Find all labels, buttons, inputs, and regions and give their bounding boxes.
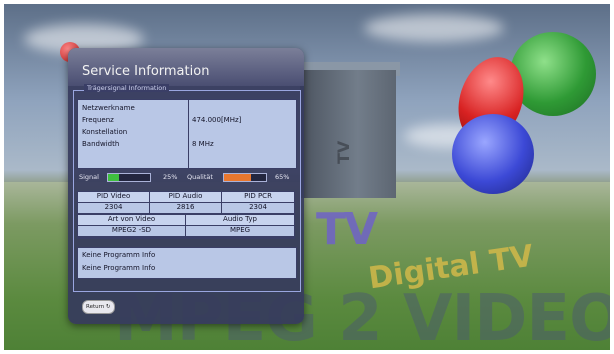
field-label-bandwidth: Bandwidth <box>82 140 120 148</box>
return-button[interactable]: Return ↻ <box>82 300 115 314</box>
signal-quality-row: Signal 25% Qualität 65% <box>77 171 295 183</box>
pid-audio-value: 2816 <box>150 203 221 213</box>
panel-title: Service Information <box>82 64 210 79</box>
field-label-frequency: Frequenz <box>82 116 114 124</box>
field-value-bandwidth: 8 MHz <box>192 140 214 148</box>
pid-pcr-value: 2304 <box>222 203 294 213</box>
pid-table: PID Video PID Audio PID PCR 2304 2816 23… <box>77 191 295 239</box>
return-label: Return <box>86 304 105 310</box>
carrier-grid: Netzwerkname Frequenz 474.000[MHz] Konst… <box>77 99 297 169</box>
blue-ball <box>452 114 534 194</box>
program-info-line: Keine Programm Info <box>82 264 156 272</box>
pid-video-header: PID Video <box>78 192 149 202</box>
program-info-line: Keine Programm Info <box>82 251 156 259</box>
cube-text: TV <box>334 140 353 164</box>
signal-percent: 25% <box>163 173 178 181</box>
video-type-value: MPEG2 -SD <box>78 226 185 236</box>
field-label-constellation: Konstellation <box>82 128 128 136</box>
pid-audio-header: PID Audio <box>150 192 221 202</box>
background-cube <box>300 70 396 198</box>
field-label-network: Netzwerkname <box>82 104 135 112</box>
quality-meter <box>223 173 267 182</box>
quality-label: Qualität <box>187 173 213 181</box>
grid-divider <box>188 100 189 168</box>
field-value-frequency: 474.000[MHz] <box>192 116 242 124</box>
carrier-info-frame: Trägersignal Information Netzwerkname Fr… <box>73 84 301 292</box>
signal-meter-fill <box>108 174 119 181</box>
pid-video-value: 2304 <box>78 203 149 213</box>
pid-pcr-header: PID PCR <box>222 192 294 202</box>
audio-type-value: MPEG <box>186 226 294 236</box>
audio-type-header: Audio Typ <box>186 215 294 225</box>
signal-meter <box>107 173 151 182</box>
quality-meter-fill <box>224 174 252 181</box>
green-ball <box>510 32 596 116</box>
signal-label: Signal <box>79 173 99 181</box>
cloud <box>364 14 504 42</box>
service-info-panel: Service Information Trägersignal Informa… <box>68 48 304 324</box>
program-info-box: Keine Programm Info Keine Programm Info <box>77 247 297 279</box>
background-tv-text: TV <box>316 204 378 255</box>
video-type-header: Art von Video <box>78 215 185 225</box>
quality-percent: 65% <box>275 173 290 181</box>
section-legend: Trägersignal Information <box>84 84 170 92</box>
return-icon: ↻ <box>106 304 111 310</box>
tv-screen: TV TV Digital TV MPEG 2 VIDEO Service In… <box>4 4 610 350</box>
